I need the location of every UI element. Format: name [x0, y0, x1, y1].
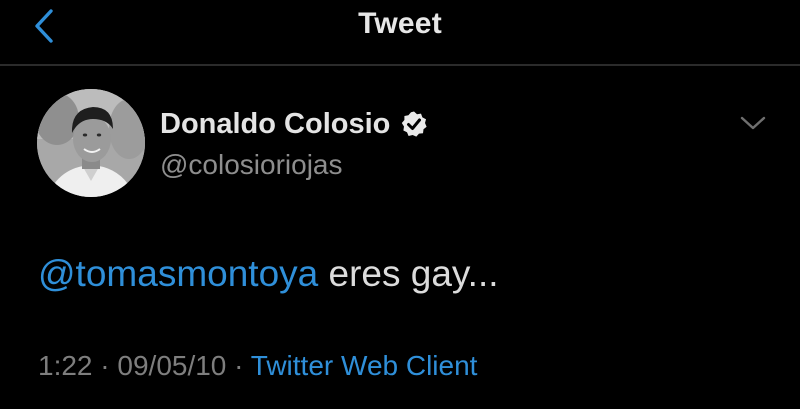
- author-handle[interactable]: @colosioriojas: [160, 149, 343, 181]
- header-divider: [0, 64, 800, 66]
- tweet-source-link[interactable]: Twitter Web Client: [251, 350, 478, 381]
- meta-separator: ·: [226, 350, 251, 381]
- page-title: Tweet: [358, 7, 442, 40]
- tweet-menu-button[interactable]: [735, 108, 771, 138]
- tweet-time: 1:22: [38, 350, 93, 381]
- tweet-body: eres gay...: [318, 253, 499, 294]
- top-bar: Tweet: [0, 0, 800, 64]
- verified-badge-icon: [401, 111, 427, 137]
- tweet-meta: 1:22 · 09/05/10 · Twitter Web Client: [38, 350, 477, 382]
- tweet-text: @tomasmontoya eres gay...: [38, 253, 499, 295]
- tweet-detail-screen: Tweet Donaldo Colosio @colosioriojas @to…: [0, 0, 800, 409]
- avatar-photo: [37, 89, 145, 197]
- author-display-name[interactable]: Donaldo Colosio: [160, 108, 390, 141]
- chevron-down-icon: [740, 116, 766, 130]
- meta-separator: ·: [92, 350, 118, 381]
- mention-link[interactable]: @tomasmontoya: [38, 253, 318, 294]
- avatar[interactable]: [37, 89, 145, 197]
- tweet-date: 09/05/10: [117, 350, 227, 381]
